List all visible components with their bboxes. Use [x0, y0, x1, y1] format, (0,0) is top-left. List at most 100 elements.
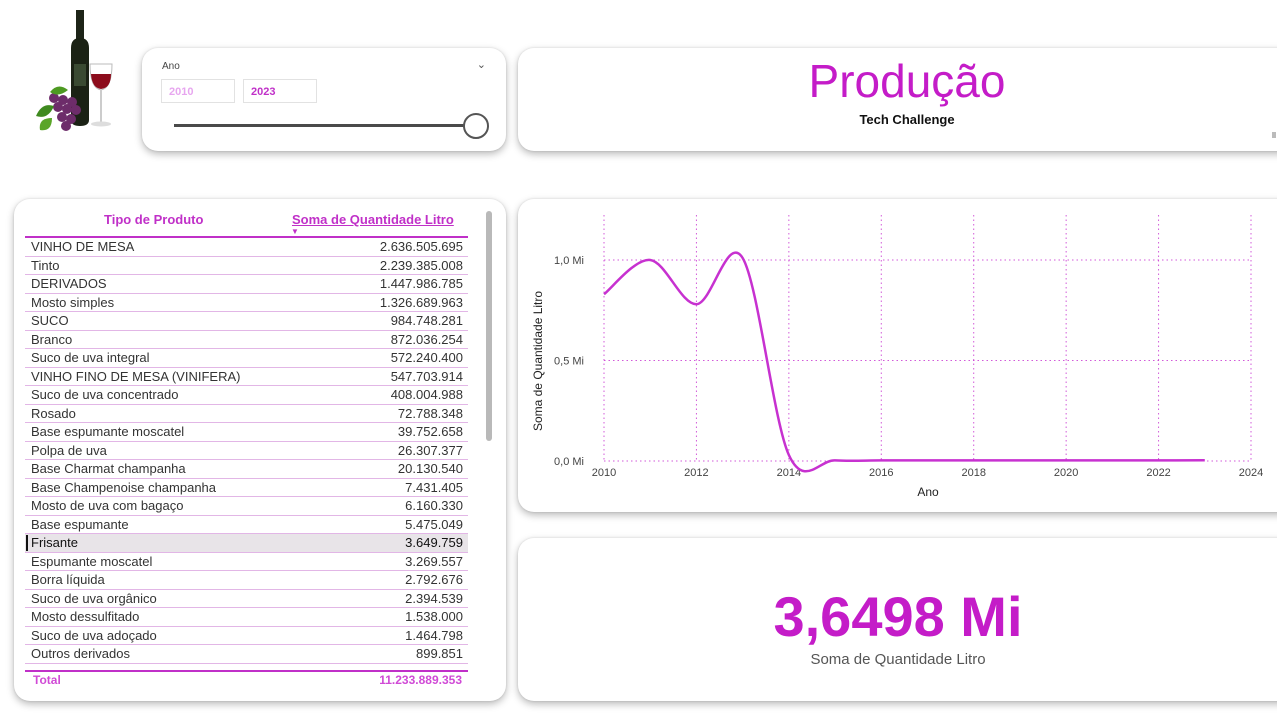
line-chart: 2010 2012 2014 2016 2018 2020 2022 20240,0 Mi0,…: [531, 215, 1263, 499]
year-from-input[interactable]: 2010: [161, 79, 235, 103]
kpi-card: 3,6498 Mi Soma de Quantidade Litro: [518, 538, 1277, 701]
row-quantity-value: 3.269.557: [405, 553, 463, 569]
row-product-name: Base espumante: [31, 516, 129, 532]
kpi-label: Soma de Quantidade Litro: [810, 651, 986, 668]
row-product-name: Base espumante moscatel: [31, 424, 185, 439]
slicer-label: Ano: [162, 61, 180, 72]
table-row[interactable]: Mosto simples 1.326.689.963: [25, 294, 468, 312]
row-product-name: Borra líquida: [31, 572, 105, 587]
table-row[interactable]: Polpa de uva 26.307.377: [25, 442, 468, 460]
row-quantity-value: 1.464.798: [405, 627, 463, 643]
row-quantity-value: 984.748.281: [390, 313, 463, 328]
x-tick-label: 2020: [1054, 467, 1078, 479]
year-to-input[interactable]: 2023: [243, 79, 317, 103]
year-slicer: Ano ⌄ 2010 2023: [142, 48, 506, 151]
row-product-name: VINHO FINO DE MESA (VINIFERA): [31, 368, 241, 384]
column-header-tipo[interactable]: Tipo de Produto: [104, 212, 203, 227]
row-quantity-value: 874.877: [416, 665, 463, 669]
table-row[interactable]: Branco 872.036.254: [25, 331, 468, 349]
table-row[interactable]: Suco de uva integral 572.240.400: [25, 349, 468, 368]
table-row[interactable]: Mosto de uva com bagaço 6.160.330: [25, 497, 468, 516]
table-row[interactable]: D 874.877: [25, 664, 468, 669]
table-row[interactable]: SUCO 984.748.281: [25, 312, 468, 331]
sort-desc-icon: ▼: [291, 227, 299, 236]
table-row[interactable]: Base Champenoise champanha 7.431.405: [25, 479, 468, 497]
x-tick-label: 2016: [869, 467, 893, 479]
x-tick-label: 2024: [1239, 467, 1263, 479]
row-product-name: DERIVADOS: [31, 276, 107, 291]
table-row[interactable]: Borra líquida 2.792.676: [25, 571, 468, 590]
chevron-down-icon[interactable]: ⌄: [477, 58, 486, 71]
row-product-name: Rosado: [31, 405, 76, 421]
table-row[interactable]: Frisante 3.649.759: [25, 534, 468, 553]
row-product-name: Polpa de uva: [31, 442, 107, 458]
row-product-name: Tinto: [31, 257, 60, 273]
wine-logo-icon: [36, 10, 113, 131]
resize-handle: [1272, 132, 1276, 138]
total-value: 11.233.889.353: [379, 673, 462, 687]
row-product-name: Suco de uva integral: [31, 350, 150, 365]
row-product-name: Outros derivados: [31, 646, 130, 661]
row-quantity-value: 39.752.658: [397, 424, 463, 439]
row-quantity-value: 2.792.676: [405, 572, 463, 587]
table-row[interactable]: Mosto dessulfitado 1.538.000: [25, 608, 468, 627]
row-product-name: Mosto simples: [31, 294, 115, 310]
row-quantity-value: 547.703.914: [390, 368, 463, 384]
table-row[interactable]: Espumante moscatel 3.269.557: [25, 553, 468, 571]
row-product-name: Suco de uva adoçado: [31, 627, 157, 643]
y-tick-label: 0,5 Mi: [554, 356, 584, 368]
row-product-name: Branco: [31, 331, 73, 347]
column-header-soma[interactable]: Soma de Quantidade Litro: [292, 212, 454, 227]
y-tick-label: 0,0 Mi: [554, 456, 584, 468]
table-row[interactable]: Suco de uva concentrado 408.004.988: [25, 386, 468, 405]
table-row[interactable]: Rosado 72.788.348: [25, 405, 468, 423]
x-tick-label: 2018: [961, 467, 985, 479]
row-quantity-value: 1.447.986.785: [379, 276, 463, 291]
table-row[interactable]: Tinto 2.239.385.008: [25, 257, 468, 275]
table-row[interactable]: Base espumante 5.475.049: [25, 516, 468, 534]
row-product-name: VINHO DE MESA: [31, 239, 135, 254]
row-quantity-value: 2.394.539: [405, 590, 463, 606]
slider-track[interactable]: [174, 124, 476, 127]
row-product-name: Mosto dessulfitado: [31, 609, 140, 624]
table-row[interactable]: Outros derivados 899.851: [25, 645, 468, 664]
row-product-name: Mosto de uva com bagaço: [31, 498, 184, 513]
row-quantity-value: 2.636.505.695: [379, 239, 463, 254]
page-title: Produção: [808, 55, 1006, 107]
row-quantity-value: 5.475.049: [405, 516, 463, 532]
row-quantity-value: 6.160.330: [405, 498, 463, 513]
table-row[interactable]: VINHO DE MESA 2.636.505.695: [25, 238, 468, 257]
table-row[interactable]: DERIVADOS 1.447.986.785: [25, 275, 468, 294]
line-chart-card: 2010 2012 2014 2016 2018 2020 2022 2024 0,0 Mi 0,…: [518, 199, 1277, 512]
slider-handle[interactable]: [463, 113, 489, 139]
table-row[interactable]: Base Charmat champanha 20.130.540: [25, 460, 468, 479]
y-tick-label: 1,0 Mi: [554, 255, 584, 267]
row-quantity-value: 2.239.385.008: [379, 257, 463, 273]
series-line: [603, 251, 1205, 473]
row-quantity-value: 7.431.405: [405, 479, 463, 495]
x-tick-label: 2012: [684, 467, 708, 479]
row-product-name: Suco de uva orgânico: [31, 590, 157, 606]
row-product-name: SUCO: [31, 313, 69, 328]
table-row[interactable]: Suco de uva adoçado 1.464.798: [25, 627, 468, 645]
row-product-name: Frisante: [31, 535, 78, 550]
vertical-scrollbar[interactable]: [486, 211, 492, 441]
table-row[interactable]: Suco de uva orgânico 2.394.539: [25, 590, 468, 608]
table-row[interactable]: Base espumante moscatel 39.752.658: [25, 423, 468, 442]
page-subtitle: Tech Challenge: [859, 112, 955, 127]
row-product-name: D: [31, 665, 40, 669]
row-quantity-value: 872.036.254: [390, 331, 463, 347]
kpi-value: 3,6498 Mi: [773, 585, 1023, 648]
row-quantity-value: 20.130.540: [397, 461, 463, 476]
title-card: Produção Tech Challenge: [518, 48, 1277, 151]
row-quantity-value: 1.538.000: [405, 609, 463, 624]
table-row[interactable]: VINHO FINO DE MESA (VINIFERA) 547.703.914: [25, 368, 468, 386]
row-quantity-value: 3.649.759: [405, 535, 463, 550]
row-quantity-value: 408.004.988: [390, 387, 463, 402]
row-product-name: Base Charmat champanha: [31, 461, 186, 476]
row-quantity-value: 572.240.400: [390, 350, 463, 365]
row-quantity-value: 72.788.348: [397, 405, 463, 421]
total-label: Total: [33, 673, 61, 687]
x-tick-label: 2022: [1146, 467, 1170, 479]
x-axis-title: Ano: [917, 485, 939, 499]
